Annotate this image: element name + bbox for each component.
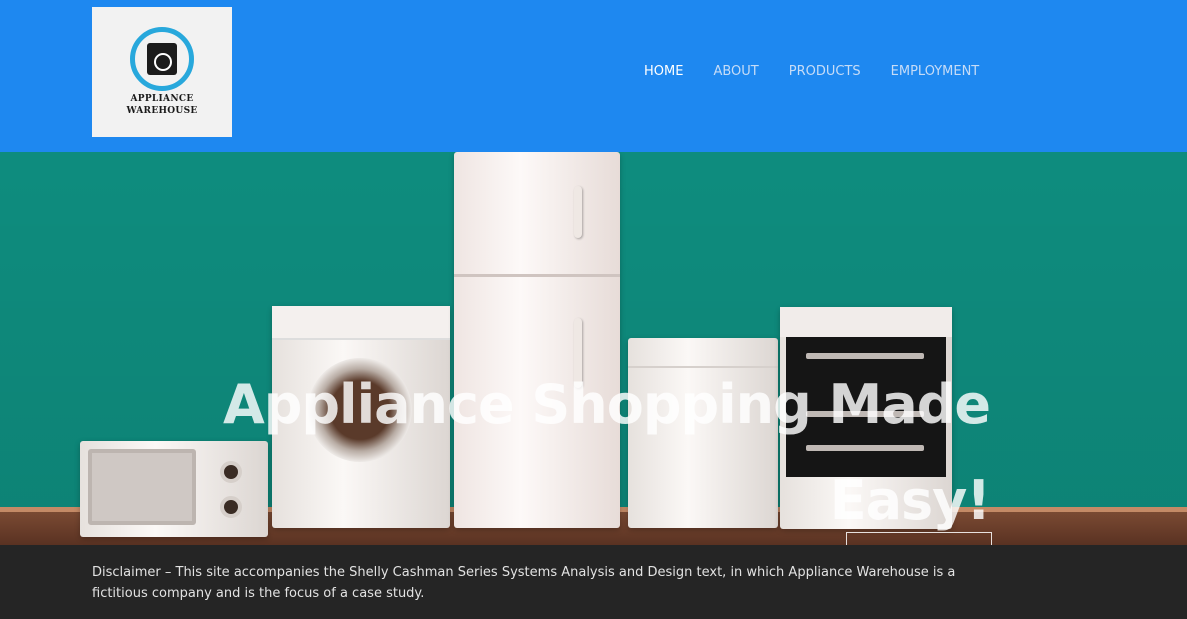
hero-title-line-1: Appliance Shopping Made: [222, 373, 991, 436]
main-nav: HOME ABOUT PRODUCTS EMPLOYMENT: [644, 64, 979, 79]
site-footer: Disclaimer – This site accompanies the S…: [0, 545, 1187, 619]
site-logo[interactable]: APPLIANCE WAREHOUSE: [92, 7, 232, 137]
nav-about[interactable]: ABOUT: [713, 64, 758, 79]
hero-cta-button[interactable]: [846, 532, 992, 545]
fridge-handle: [574, 186, 582, 238]
logo-text: APPLIANCE WAREHOUSE: [92, 93, 232, 117]
disclaimer-text: Disclaimer – This site accompanies the S…: [92, 565, 956, 601]
nav-products[interactable]: PRODUCTS: [789, 64, 861, 79]
site-header: APPLIANCE WAREHOUSE HOME ABOUT PRODUCTS …: [0, 0, 1187, 152]
washing-machine-icon: [147, 43, 177, 75]
nav-employment[interactable]: EMPLOYMENT: [891, 64, 980, 79]
hero-banner: Appliance Shopping Made Easy!: [0, 152, 1187, 545]
logo-line-2: WAREHOUSE: [126, 106, 198, 116]
nav-home[interactable]: HOME: [644, 64, 683, 79]
logo-line-1: APPLIANCE: [130, 94, 194, 104]
hero-title: Appliance Shopping Made Easy!: [170, 357, 991, 545]
